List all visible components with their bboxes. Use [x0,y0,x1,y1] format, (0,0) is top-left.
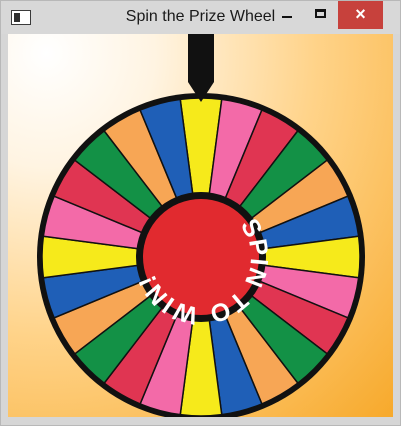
minimize-button[interactable] [270,1,304,29]
app-window: Spin the Prize Wheel × SPIN TO WIN! [0,0,401,426]
game-area: SPIN TO WIN! [8,34,393,417]
close-button[interactable]: × [338,1,383,29]
title-bar[interactable]: Spin the Prize Wheel × [1,1,400,34]
close-icon: × [355,4,366,24]
prize-wheel[interactable]: SPIN TO WIN! [8,34,393,417]
wheel-pointer [188,34,214,102]
maximize-button[interactable] [304,1,338,29]
